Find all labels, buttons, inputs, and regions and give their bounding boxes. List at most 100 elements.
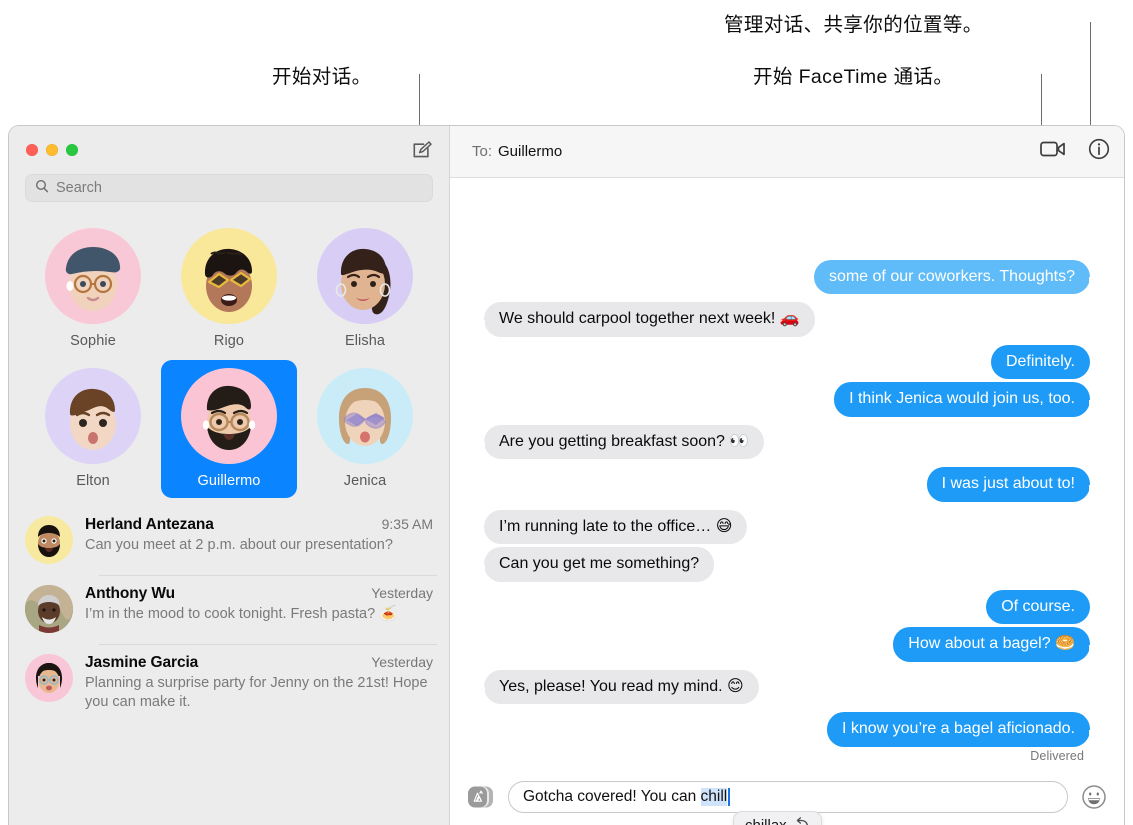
compose-bar: Gotcha covered! You can chill chillax xyxy=(450,769,1124,825)
message-bubble[interactable]: Definitely. xyxy=(990,344,1090,380)
conversation-header: Herland Antezana 9:35 AM xyxy=(85,516,433,534)
avatar xyxy=(181,228,277,324)
avatar xyxy=(181,368,277,464)
conversation-timestamp: Yesterday xyxy=(371,654,433,670)
close-window-button[interactable] xyxy=(26,144,38,156)
conversation-header: Jasmine Garcia Yesterday xyxy=(85,654,433,672)
conversation-preview: Can you meet at 2 p.m. about our present… xyxy=(85,537,393,553)
conversation-row-anthony-wu[interactable]: Anthony Wu Yesterday I’m in the mood to … xyxy=(9,575,449,644)
facetime-button[interactable] xyxy=(1040,139,1066,164)
conversation-timestamp: Yesterday xyxy=(371,585,433,601)
search-icon xyxy=(35,179,49,198)
message-bubble[interactable]: We should carpool together next week! 🚗 xyxy=(475,302,815,337)
details-button[interactable] xyxy=(1088,138,1110,165)
compose-new-message-icon[interactable] xyxy=(409,137,435,163)
message-row: Of course. xyxy=(468,589,1106,625)
traffic-lights xyxy=(26,144,78,156)
conversation-row-herland-antezana[interactable]: Herland Antezana 9:35 AM Can you meet at… xyxy=(9,506,449,575)
message-input[interactable]: Gotcha covered! You can chill xyxy=(508,781,1068,813)
message-row: I was just about to! xyxy=(468,467,1106,502)
zoom-window-button[interactable] xyxy=(66,144,78,156)
message-bubble[interactable]: I’m running late to the office… 😅 xyxy=(484,509,748,545)
message-bubble[interactable]: I think Jenica would join us, too. xyxy=(834,382,1099,417)
pinned-conversation-label: Elisha xyxy=(344,333,386,349)
chat-panel: To: Guillermo some of our coworkers. Tho… xyxy=(450,126,1124,825)
pinned-conversation-label: Guillermo xyxy=(197,473,261,489)
avatar xyxy=(25,516,73,564)
conversation-row-jasmine-garcia[interactable]: Jasmine Garcia Yesterday Planning a surp… xyxy=(9,644,449,722)
minimize-window-button[interactable] xyxy=(46,144,58,156)
app-store-apps-icon[interactable] xyxy=(466,782,496,812)
message-bubble[interactable]: Can you get me something? xyxy=(474,547,715,582)
search-placeholder: Search xyxy=(56,180,102,196)
callout-details-line xyxy=(1090,22,1091,128)
sidebar: Search Sophie Rigo Elisha Elton Guillerm… xyxy=(9,126,450,825)
info-circle-icon xyxy=(1088,138,1110,165)
window-titlebar xyxy=(9,126,449,174)
message-row: How about a bagel? 🥯 xyxy=(468,627,1106,662)
message-bubble[interactable]: Yes, please! You read my mind. 😊 xyxy=(475,669,759,705)
pinned-conversations-grid: Sophie Rigo Elisha Elton Guillermo Jenic… xyxy=(9,202,449,502)
callout-facetime-text: 开始 FaceTime 通话。 xyxy=(753,66,954,88)
autocomplete-suggestion-text: chillax xyxy=(745,817,787,825)
message-row: Definitely. xyxy=(468,344,1106,380)
recipient-name[interactable]: Guillermo xyxy=(498,143,562,160)
text-caret xyxy=(728,788,730,806)
message-row: We should carpool together next week! 🚗 xyxy=(468,302,1106,337)
message-bubble[interactable]: some of our coworkers. Thoughts? xyxy=(813,259,1100,295)
message-bubble[interactable]: How about a bagel? 🥯 xyxy=(893,627,1099,662)
message-row: some of our coworkers. Thoughts? xyxy=(468,259,1106,295)
pinned-conversation-jenica[interactable]: Jenica xyxy=(297,360,433,498)
smiley-face-icon[interactable] xyxy=(1080,783,1108,811)
callout-new-message-line xyxy=(419,74,420,128)
message-row: I think Jenica would join us, too. xyxy=(468,382,1106,417)
conversation-name: Jasmine Garcia xyxy=(85,654,199,671)
conversation-list: Herland Antezana 9:35 AM Can you meet at… xyxy=(9,502,449,722)
message-input-selected-text: chill xyxy=(700,788,728,806)
message-row: I’m running late to the office… 😅 xyxy=(468,509,1106,545)
pinned-conversation-elton[interactable]: Elton xyxy=(25,360,161,498)
conversation-timestamp: 9:35 AM xyxy=(381,516,433,532)
conversation-content: Jasmine Garcia Yesterday Planning a surp… xyxy=(85,654,433,711)
callout-facetime-line xyxy=(1041,74,1042,128)
message-row: Are you getting breakfast soon? 👀 xyxy=(468,424,1106,460)
search-input[interactable]: Search xyxy=(25,174,433,202)
conversation-preview: I’m in the mood to cook tonight. Fresh p… xyxy=(85,606,398,622)
to-label: To: xyxy=(472,143,493,160)
conversation-header: Anthony Wu Yesterday xyxy=(85,585,433,603)
undo-arrow-icon xyxy=(795,816,810,825)
pinned-conversation-label: Sophie xyxy=(70,333,116,349)
message-bubble[interactable]: Of course. xyxy=(986,589,1090,625)
message-row: Can you get me something? xyxy=(468,547,1106,582)
message-input-text: Gotcha covered! You can xyxy=(523,788,701,805)
conversation-preview: Planning a surprise party for Jenny on t… xyxy=(85,675,428,710)
delivery-status: Delivered xyxy=(1030,749,1084,763)
messages-window: Search Sophie Rigo Elisha Elton Guillerm… xyxy=(8,125,1125,825)
avatar xyxy=(25,585,73,633)
conversation-name: Anthony Wu xyxy=(85,585,175,602)
chat-header: To: Guillermo xyxy=(450,126,1124,178)
search-container: Search xyxy=(9,174,449,202)
pinned-conversation-label: Elton xyxy=(76,473,110,489)
message-bubble[interactable]: Are you getting breakfast soon? 👀 xyxy=(474,424,765,460)
autocomplete-suggestion[interactable]: chillax xyxy=(733,811,822,825)
video-camera-icon xyxy=(1040,139,1066,164)
chat-header-actions xyxy=(1040,138,1110,165)
message-row: Yes, please! You read my mind. 😊 xyxy=(468,669,1106,705)
conversation-name: Herland Antezana xyxy=(85,516,214,533)
pinned-conversation-elisha[interactable]: Elisha xyxy=(297,220,433,358)
pinned-conversation-label: Jenica xyxy=(343,473,387,489)
pinned-conversation-sophie[interactable]: Sophie xyxy=(25,220,161,358)
message-bubble[interactable]: I know you’re a bagel aficionado. xyxy=(826,712,1100,747)
message-bubble[interactable]: I was just about to! xyxy=(926,467,1100,502)
avatar xyxy=(317,368,413,464)
message-thread[interactable]: some of our coworkers. Thoughts? We shou… xyxy=(450,178,1124,769)
callout-new-message-text: 开始对话。 xyxy=(272,66,372,88)
conversation-content: Herland Antezana 9:35 AM Can you meet at… xyxy=(85,516,433,564)
pinned-conversation-rigo[interactable]: Rigo xyxy=(161,220,297,358)
pinned-conversation-guillermo[interactable]: Guillermo xyxy=(161,360,297,498)
avatar xyxy=(45,228,141,324)
avatar xyxy=(25,654,73,702)
conversation-content: Anthony Wu Yesterday I’m in the mood to … xyxy=(85,585,433,633)
avatar xyxy=(317,228,413,324)
